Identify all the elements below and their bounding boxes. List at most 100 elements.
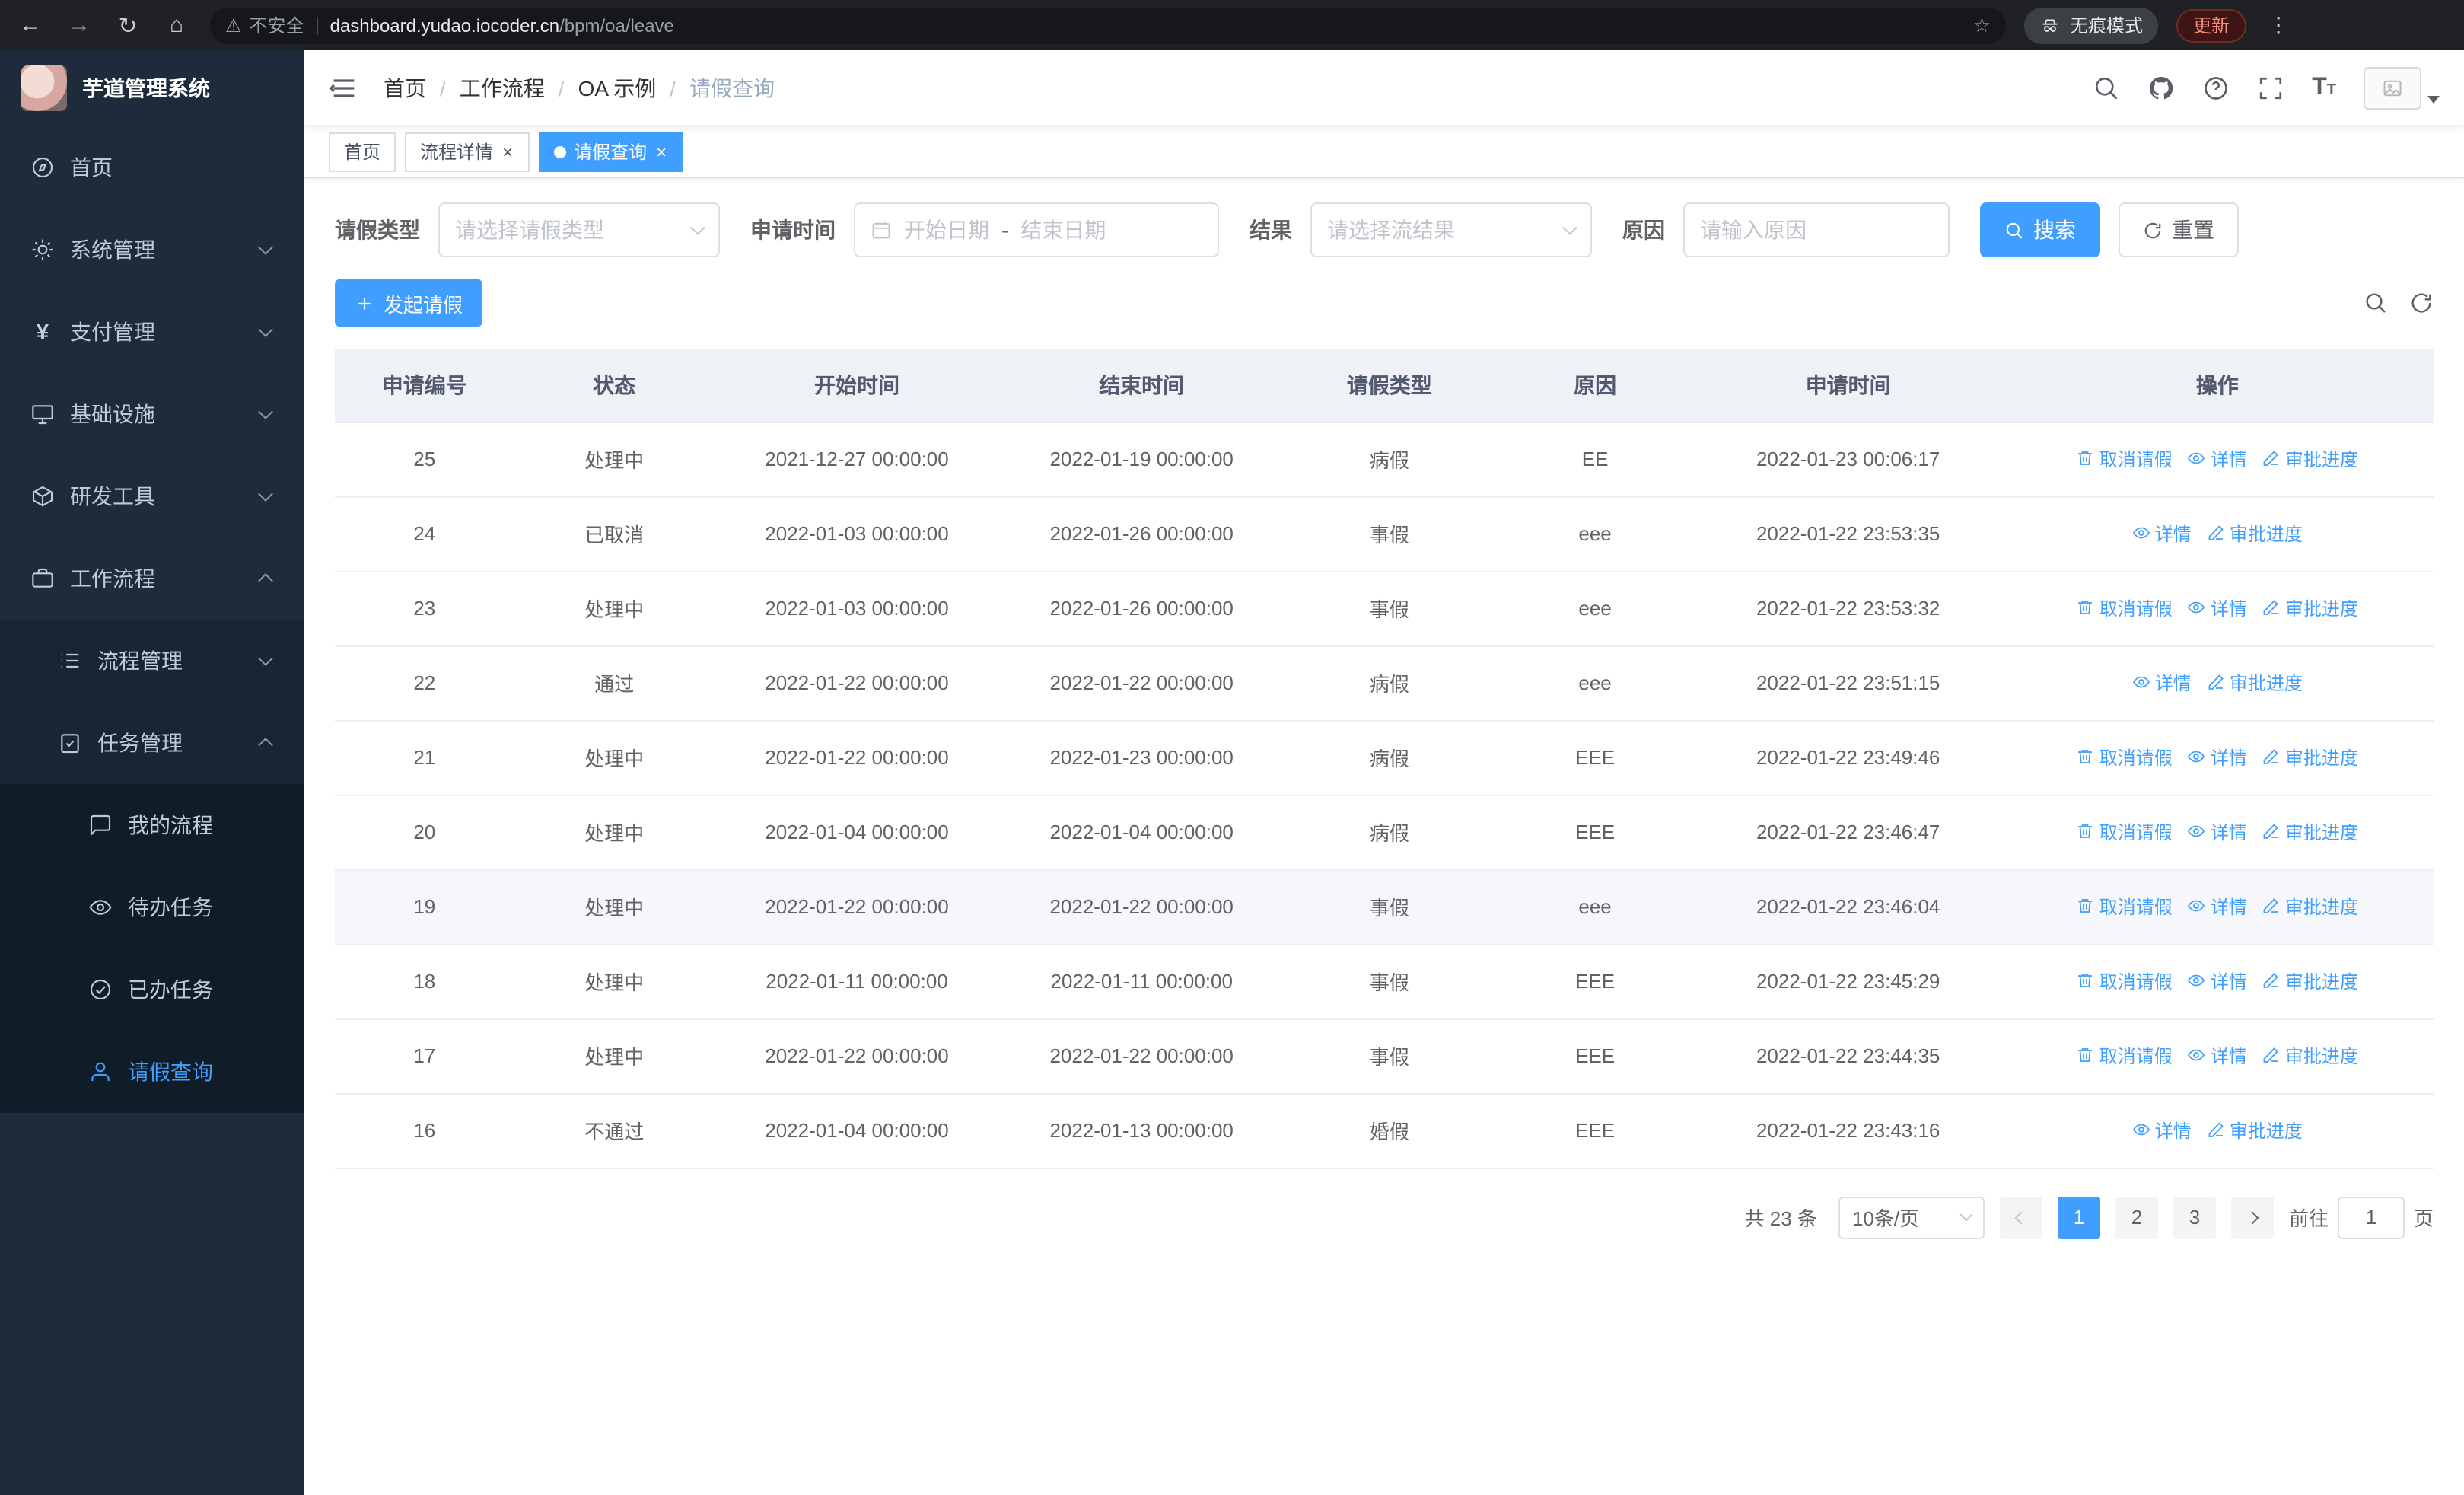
progress-action-link[interactable]: 审批进度 <box>2262 744 2358 770</box>
cell-apply-time: 2022-01-22 23:44:35 <box>1695 1018 2001 1094</box>
cancel-action-link[interactable]: 取消请假 <box>2077 744 2173 770</box>
sidebar-item-home[interactable]: 首页 <box>0 126 304 209</box>
detail-action-link[interactable]: 详情 <box>2132 670 2192 696</box>
help-icon[interactable] <box>2202 74 2230 101</box>
sidebar-item-pending-tasks[interactable]: 待办任务 <box>0 866 304 948</box>
sidebar-item-dev-tools[interactable]: 研发工具 <box>0 455 304 537</box>
main-area: 首页 / 工作流程 / OA 示例 / 请假查询 TT 首页 流程详情 × 请假… <box>304 50 2464 1495</box>
tab-leave-query[interactable]: 请假查询 × <box>539 132 684 171</box>
close-icon[interactable]: × <box>654 141 668 162</box>
sidebar-item-leave-query[interactable]: 请假查询 <box>0 1031 304 1113</box>
sidebar-item-workflow[interactable]: 工作流程 <box>0 537 304 620</box>
cell-actions: 取消请假 详情 审批进度 <box>2001 422 2434 497</box>
cell-apply-id: 25 <box>335 422 514 497</box>
progress-action-link[interactable]: 审批进度 <box>2207 521 2303 547</box>
chat-icon <box>90 814 111 837</box>
progress-action-link[interactable]: 审批进度 <box>2207 670 2303 696</box>
detail-action-link[interactable]: 详情 <box>2188 446 2247 472</box>
page-size-select[interactable]: 10条/页 <box>1838 1196 1985 1238</box>
progress-action-link[interactable]: 审批进度 <box>2262 968 2358 994</box>
detail-action-link[interactable]: 详情 <box>2188 968 2247 994</box>
cell-leave-type: 事假 <box>1284 869 1495 945</box>
progress-action-link[interactable]: 审批进度 <box>2262 446 2358 472</box>
eye-icon <box>2188 901 2205 912</box>
browser-menu-icon[interactable]: ⋮ <box>2265 12 2292 38</box>
result-select[interactable]: 请选择流结果 <box>1310 202 1592 257</box>
refresh-table-icon[interactable] <box>2409 291 2434 315</box>
progress-action-link[interactable]: 审批进度 <box>2262 894 2358 920</box>
font-size-icon[interactable]: TT <box>2312 75 2336 100</box>
progress-action-link[interactable]: 审批进度 <box>2262 595 2358 621</box>
github-icon[interactable] <box>2147 74 2175 101</box>
app-logo[interactable]: 芋道管理系统 <box>0 50 304 126</box>
progress-action-link[interactable]: 审批进度 <box>2207 1117 2303 1143</box>
prev-page-button[interactable] <box>1999 1196 2042 1238</box>
browser-home-icon[interactable]: ⌂ <box>161 12 192 38</box>
yen-icon: ¥ <box>36 319 49 345</box>
cell-reason: EE <box>1495 422 1695 497</box>
cancel-action-link[interactable]: 取消请假 <box>2077 595 2173 621</box>
breadcrumb-separator: / <box>558 75 565 100</box>
detail-action-link[interactable]: 详情 <box>2188 819 2247 845</box>
leave-type-select[interactable]: 请选择请假类型 <box>438 202 720 257</box>
url-bar[interactable]: ⚠ 不安全 dashboard.yudao.iocoder.cn/bpm/oa/… <box>210 7 2006 43</box>
goto-page-input[interactable] <box>2337 1196 2405 1238</box>
sidebar-item-payment-mgmt[interactable]: ¥ 支付管理 <box>0 291 304 373</box>
chevron-up-icon <box>258 573 273 588</box>
page-button-1[interactable]: 1 <box>2057 1196 2100 1238</box>
create-leave-button[interactable]: 发起请假 <box>335 279 483 327</box>
toggle-search-icon[interactable] <box>2364 291 2388 315</box>
detail-action-link[interactable]: 详情 <box>2188 894 2247 920</box>
user-avatar-menu[interactable] <box>2364 66 2440 109</box>
cell-status: 已取消 <box>514 496 715 572</box>
next-page-button[interactable] <box>2230 1196 2274 1238</box>
search-icon[interactable] <box>2093 74 2120 101</box>
cancel-action-link[interactable]: 取消请假 <box>2077 1043 2173 1069</box>
detail-action-link[interactable]: 详情 <box>2188 1043 2247 1069</box>
detail-action-link[interactable]: 详情 <box>2132 1117 2192 1143</box>
progress-action-link[interactable]: 审批进度 <box>2262 819 2358 845</box>
sidebar-item-process-mgmt[interactable]: 流程管理 <box>0 620 304 702</box>
cell-start-time: 2022-01-22 00:00:00 <box>714 1018 1000 1094</box>
browser-update-button[interactable]: 更新 <box>2176 8 2247 42</box>
cancel-action-link[interactable]: 取消请假 <box>2077 446 2173 472</box>
apply-time-range-picker[interactable]: 开始日期 - 结束日期 <box>854 202 1219 257</box>
progress-action-link[interactable]: 审批进度 <box>2262 1043 2358 1069</box>
sidebar-item-task-mgmt[interactable]: 任务管理 <box>0 702 304 784</box>
tab-process-detail[interactable]: 流程详情 × <box>405 132 530 171</box>
reset-button[interactable]: 重置 <box>2119 202 2239 257</box>
browser-reload-icon[interactable]: ↻ <box>113 11 143 39</box>
cell-status: 处理中 <box>514 422 715 497</box>
sidebar-item-done-tasks[interactable]: 已办任务 <box>0 948 304 1031</box>
col-apply-id: 申请编号 <box>335 349 514 422</box>
cancel-action-link[interactable]: 取消请假 <box>2077 968 2173 994</box>
sidebar-item-my-processes[interactable]: 我的流程 <box>0 784 304 866</box>
hamburger-icon[interactable] <box>329 72 359 103</box>
search-button[interactable]: 搜索 <box>1980 202 2100 257</box>
reason-input[interactable] <box>1700 218 1933 242</box>
page-button-2[interactable]: 2 <box>2115 1196 2158 1238</box>
breadcrumb-workflow[interactable]: 工作流程 <box>460 72 545 103</box>
browser-forward-icon[interactable]: → <box>64 12 94 38</box>
sidebar-item-infrastructure[interactable]: 基础设施 <box>0 373 304 455</box>
sidebar-item-system-mgmt[interactable]: 系统管理 <box>0 209 304 291</box>
fullscreen-icon[interactable] <box>2257 74 2284 101</box>
browser-back-icon[interactable]: ← <box>15 12 46 38</box>
col-actions: 操作 <box>2001 349 2434 422</box>
cancel-action-link[interactable]: 取消请假 <box>2077 894 2173 920</box>
cancel-action-link[interactable]: 取消请假 <box>2077 819 2173 845</box>
breadcrumb-oa-example[interactable]: OA 示例 <box>578 72 657 103</box>
breadcrumb-home[interactable]: 首页 <box>384 72 426 103</box>
gear-icon <box>32 239 53 260</box>
detail-action-link[interactable]: 详情 <box>2188 595 2247 621</box>
pagination: 共 23 条 10条/页 1 2 3 前往 页 <box>335 1196 2434 1238</box>
page-button-3[interactable]: 3 <box>2173 1196 2216 1238</box>
browser-toolbar: ← → ↻ ⌂ ⚠ 不安全 dashboard.yudao.iocoder.cn… <box>0 0 2464 50</box>
detail-action-link[interactable]: 详情 <box>2132 521 2192 547</box>
close-icon[interactable]: × <box>501 141 514 162</box>
chevron-down-icon <box>258 651 273 666</box>
bookmark-star-icon[interactable]: ☆ <box>1973 13 1991 37</box>
tab-home[interactable]: 首页 <box>329 132 396 171</box>
detail-action-link[interactable]: 详情 <box>2188 744 2247 770</box>
edit-icon <box>2264 451 2279 467</box>
